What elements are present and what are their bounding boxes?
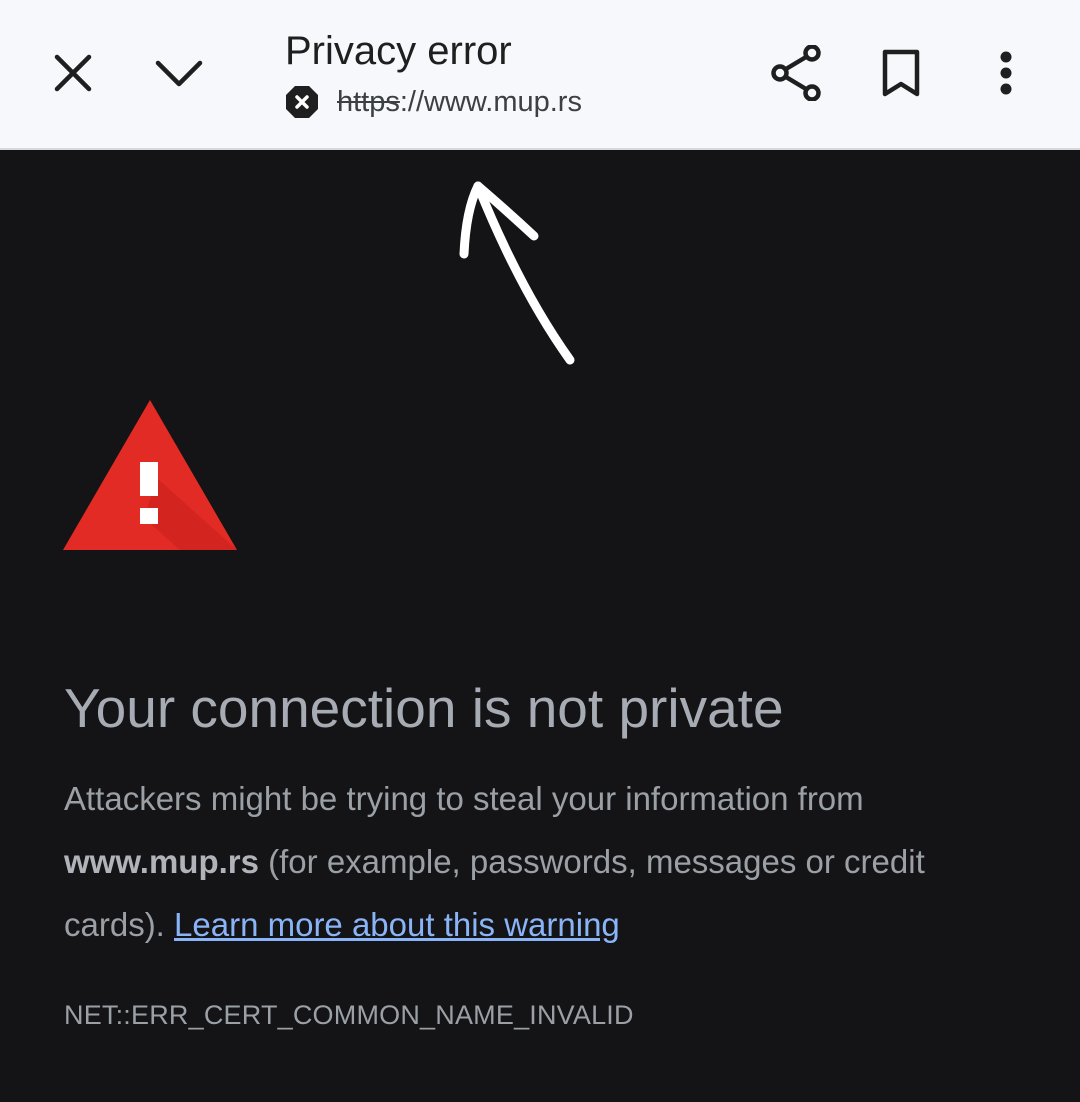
- bookmark-icon: [882, 49, 920, 97]
- page-title: Privacy error: [285, 29, 512, 73]
- browser-toolbar: Privacy error https://www.mup.rs: [0, 0, 1080, 150]
- url-scheme: https: [337, 85, 400, 118]
- share-icon: [771, 45, 821, 101]
- bookmark-button[interactable]: [861, 33, 941, 113]
- share-button[interactable]: [756, 33, 836, 113]
- more-vert-icon: [1000, 51, 1012, 95]
- interstitial-heading: Your connection is not private: [64, 677, 784, 739]
- not-secure-icon[interactable]: [285, 85, 319, 119]
- title-area[interactable]: Privacy error https://www.mup.rs: [285, 26, 705, 122]
- close-button[interactable]: [33, 33, 113, 113]
- close-icon: [54, 54, 92, 92]
- learn-more-link[interactable]: Learn more about this warning: [174, 906, 620, 943]
- more-options-button[interactable]: [966, 33, 1046, 113]
- chevron-down-icon: [155, 60, 203, 87]
- body-prefix: Attackers might be trying to steal your …: [64, 780, 864, 817]
- annotation-arrow: [459, 181, 575, 365]
- host-name: www.mup.rs: [64, 843, 259, 880]
- url-text: https://www.mup.rs: [337, 86, 582, 119]
- interstitial-body: Attackers might be trying to steal your …: [64, 767, 1024, 956]
- warning-icon: [63, 400, 237, 550]
- minimize-button[interactable]: [139, 33, 219, 113]
- url-row[interactable]: https://www.mup.rs: [285, 82, 705, 122]
- error-code[interactable]: NET::ERR_CERT_COMMON_NAME_INVALID: [64, 1000, 634, 1031]
- url-host: ://www.mup.rs: [399, 85, 582, 118]
